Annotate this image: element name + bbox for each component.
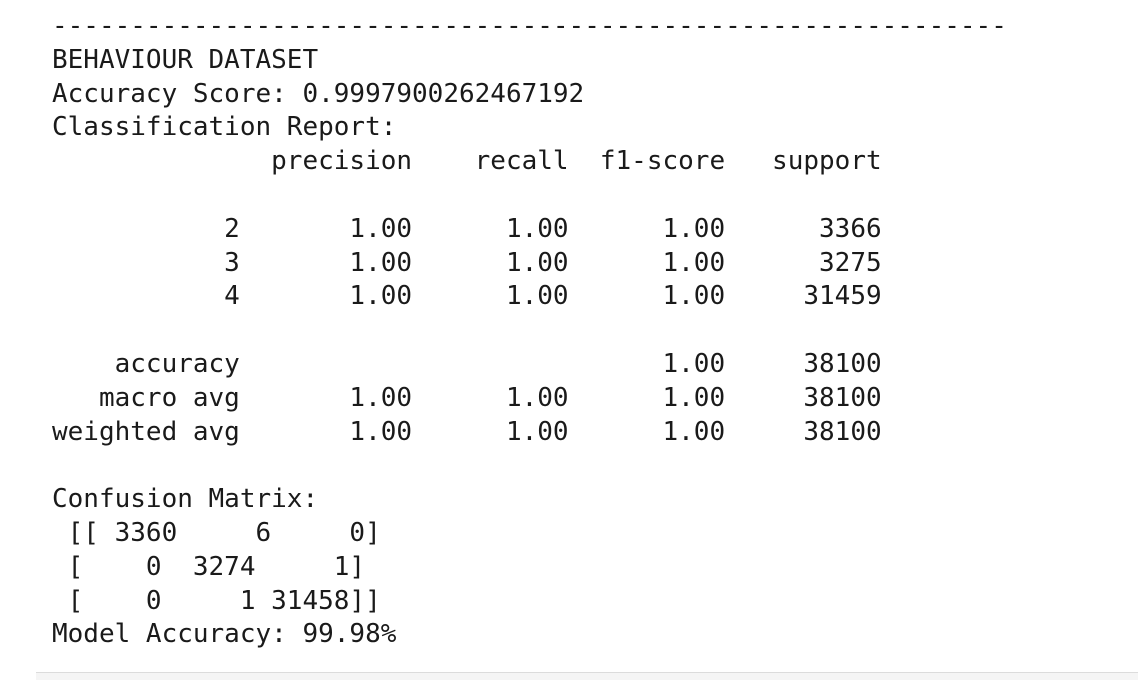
report-row-class-4: 4 1.00 1.00 1.00 31459	[52, 281, 882, 312]
report-row-class-3: 3 1.00 1.00 1.00 3275	[52, 247, 882, 278]
model-accuracy-line: Model Accuracy: 99.98%	[52, 619, 397, 650]
console-output: ----------------------------------------…	[52, 10, 1007, 652]
classification-report-heading: Classification Report:	[52, 112, 397, 143]
separator-line: ----------------------------------------…	[52, 11, 1007, 41]
report-row-weighted-avg: weighted avg 1.00 1.00 1.00 38100	[52, 416, 882, 447]
report-row-class-2: 2 1.00 1.00 1.00 3366	[52, 213, 882, 244]
report-row-accuracy: accuracy 1.00 38100	[52, 348, 882, 379]
confusion-matrix-row-3: [ 0 1 31458]]	[52, 585, 381, 616]
report-row-macro-avg: macro avg 1.00 1.00 1.00 38100	[52, 382, 882, 413]
accuracy-score-line: Accuracy Score: 0.9997900262467192	[52, 78, 585, 109]
confusion-matrix-heading: Confusion Matrix:	[52, 484, 319, 515]
confusion-matrix-row-1: [[ 3360 6 0]	[52, 517, 381, 548]
confusion-matrix-row-2: [ 0 3274 1]	[52, 551, 366, 582]
dataset-title: BEHAVIOUR DATASET	[52, 44, 319, 75]
notebook-output-cell: ----------------------------------------…	[0, 0, 1138, 672]
report-header-row: precision recall f1-score support	[52, 146, 882, 177]
